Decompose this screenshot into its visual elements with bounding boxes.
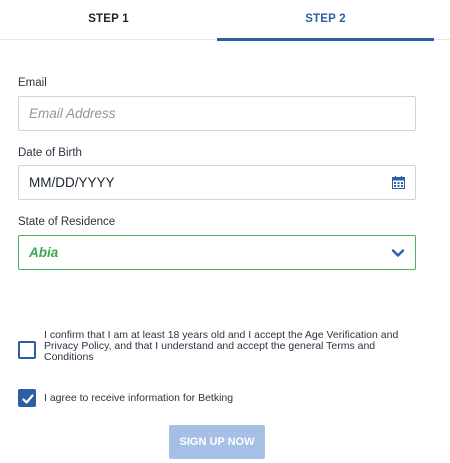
email-field[interactable]: Email Address (18, 96, 416, 131)
marketing-consent-row: I agree to receive information for Betki… (18, 388, 418, 408)
checkmark-icon (22, 394, 34, 404)
active-tab-indicator (217, 38, 434, 41)
marketing-consent-checkbox[interactable] (18, 389, 36, 407)
marketing-consent-text: I agree to receive information for Betki… (44, 392, 234, 404)
tab-step-2-label: STEP 2 (305, 13, 346, 25)
age-consent-row: I confirm that I am at least 18 years ol… (18, 330, 418, 370)
email-placeholder: Email Address (29, 106, 116, 121)
state-select[interactable]: Abia (18, 235, 416, 270)
age-consent-checkbox[interactable] (18, 341, 36, 359)
age-consent-line-3: Conditions (44, 351, 94, 363)
state-label: State of Residence (18, 216, 116, 228)
calendar-icon[interactable] (392, 176, 405, 189)
dob-label: Date of Birth (18, 147, 82, 159)
dob-value: MM/DD/YYYY (29, 175, 115, 190)
age-consent-text: I confirm that I am at least 18 years ol… (44, 330, 398, 363)
step-tabs: STEP 1 STEP 2 (0, 0, 450, 41)
tab-step-1[interactable]: STEP 1 (0, 0, 217, 40)
sign-up-button[interactable]: SIGN UP NOW (169, 425, 265, 459)
dob-field[interactable]: MM/DD/YYYY (18, 165, 416, 200)
tab-step-2[interactable]: STEP 2 (217, 0, 434, 41)
age-consent-line-2: Privacy Policy, and that I understand an… (44, 340, 376, 352)
chevron-down-icon[interactable] (391, 246, 405, 260)
state-value: Abia (29, 245, 59, 260)
email-label: Email (18, 77, 47, 89)
